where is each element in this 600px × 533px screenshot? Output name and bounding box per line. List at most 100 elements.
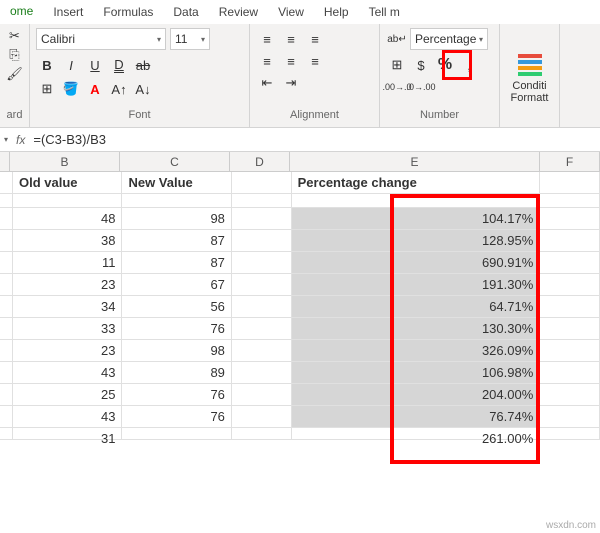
cell-percentage[interactable]: 261.00% (292, 428, 541, 439)
increase-decimal-button[interactable]: .00→.0 (386, 76, 408, 98)
cell-new-value[interactable]: 67 (122, 274, 231, 295)
increase-indent-button[interactable]: ⇥ (280, 72, 302, 94)
cell-old-value[interactable]: 11 (13, 252, 122, 273)
cell-new-value[interactable]: 76 (122, 384, 231, 405)
fill-color-button[interactable]: 🪣 (60, 78, 82, 100)
cell-old-value[interactable]: 43 (13, 406, 122, 427)
cell-percentage[interactable]: 690.91% (292, 252, 541, 273)
align-left-button[interactable]: ≡ (256, 50, 278, 72)
tab-formulas[interactable]: Formulas (93, 1, 163, 23)
conditional-formatting-icon[interactable] (514, 48, 546, 80)
cell-old-value[interactable]: 23 (13, 274, 122, 295)
underline-button[interactable]: U (84, 54, 106, 76)
chevron-down-icon: ▾ (201, 35, 205, 44)
align-bottom-button[interactable]: ≡ (304, 28, 326, 50)
align-right-button[interactable]: ≡ (304, 50, 326, 72)
strikethrough-button[interactable]: ab (132, 54, 154, 76)
cell-percentage[interactable]: 104.17% (292, 208, 541, 229)
table-row: 3376 130.30% (0, 318, 600, 340)
spreadsheet-grid: B C D E F Old value New Value Percentage… (0, 152, 600, 440)
merge-button[interactable]: ⊞ (386, 54, 408, 76)
cell-percentage[interactable]: 76.74% (292, 406, 541, 427)
table-row: 2367 191.30% (0, 274, 600, 296)
cell-old-value[interactable]: 38 (13, 230, 122, 251)
col-header-a[interactable] (0, 152, 10, 171)
cell-percentage[interactable]: 204.00% (292, 384, 541, 405)
cell-percentage[interactable]: 128.95% (292, 230, 541, 251)
borders-button[interactable]: ⊞ (36, 78, 58, 100)
tab-view[interactable]: View (268, 1, 314, 23)
tab-insert[interactable]: Insert (43, 1, 93, 23)
table-row: 4376 76.74% (0, 406, 600, 428)
cell-new-value[interactable] (122, 428, 231, 439)
decrease-font-button[interactable]: A↓ (132, 78, 154, 100)
cell-percentage[interactable]: 106.98% (292, 362, 541, 383)
header-percentage-change[interactable]: Percentage change (292, 172, 541, 193)
table-row: 31 261.00% (0, 428, 600, 440)
decrease-indent-button[interactable]: ⇤ (256, 72, 278, 94)
align-middle-button[interactable]: ≡ (280, 28, 302, 50)
cell-percentage[interactable]: 64.71% (292, 296, 541, 317)
font-size-value: 11 (175, 32, 187, 46)
cell-new-value[interactable]: 76 (122, 318, 231, 339)
col-header-b[interactable]: B (10, 152, 120, 171)
table-row: 2576 204.00% (0, 384, 600, 406)
col-header-c[interactable]: C (120, 152, 230, 171)
cell-old-value[interactable]: 23 (13, 340, 122, 361)
table-row: 4898 104.17% (0, 208, 600, 230)
number-format-select[interactable]: Percentage▾ (410, 28, 488, 50)
tab-review[interactable]: Review (209, 1, 268, 23)
percent-button[interactable]: % (434, 54, 456, 76)
align-top-button[interactable]: ≡ (256, 28, 278, 50)
comma-button[interactable]: , (458, 54, 480, 76)
tab-data[interactable]: Data (163, 1, 208, 23)
chevron-down-icon[interactable]: ▾ (4, 135, 8, 144)
decrease-decimal-button[interactable]: .0→.00 (410, 76, 432, 98)
copy-icon[interactable]: ⎘ (7, 47, 23, 63)
cell-percentage[interactable]: 130.30% (292, 318, 541, 339)
group-font: Calibri▾ 11▾ B I U D ab ⊞ 🪣 A A↑ A↓ Font (30, 24, 250, 127)
cell-new-value[interactable]: 76 (122, 406, 231, 427)
cut-icon[interactable]: ✂ (7, 28, 23, 44)
font-size-select[interactable]: 11 ▾ (170, 28, 210, 50)
cell-new-value[interactable]: 87 (122, 230, 231, 251)
font-name-value: Calibri (41, 32, 75, 46)
bold-button[interactable]: B (36, 54, 58, 76)
cell-new-value[interactable]: 87 (122, 252, 231, 273)
format-painter-icon[interactable]: 🖌 (7, 66, 23, 82)
wrap-text-button[interactable]: ab↵ (386, 28, 408, 50)
align-center-button[interactable]: ≡ (280, 50, 302, 72)
cell-new-value[interactable]: 98 (122, 208, 231, 229)
cell-percentage[interactable]: 326.09% (292, 340, 541, 361)
currency-button[interactable]: $ (410, 54, 432, 76)
font-name-select[interactable]: Calibri ▾ (36, 28, 166, 50)
double-underline-button[interactable]: D (108, 54, 130, 76)
tab-tellme[interactable]: Tell m (359, 1, 410, 23)
header-old-value[interactable]: Old value (13, 172, 122, 193)
cell-old-value[interactable]: 25 (13, 384, 122, 405)
cell-new-value[interactable]: 98 (122, 340, 231, 361)
font-color-button[interactable]: A (84, 78, 106, 100)
tab-help[interactable]: Help (314, 1, 359, 23)
cell-new-value[interactable]: 89 (122, 362, 231, 383)
table-row: 2398 326.09% (0, 340, 600, 362)
formula-input[interactable]: =(C3-B3)/B3 (33, 132, 106, 147)
cell-old-value[interactable]: 34 (13, 296, 122, 317)
cell-new-value[interactable]: 56 (122, 296, 231, 317)
cell-old-value[interactable]: 33 (13, 318, 122, 339)
cell-old-value[interactable]: 31 (13, 428, 122, 439)
cell-old-value[interactable]: 48 (13, 208, 122, 229)
col-header-f[interactable]: F (540, 152, 600, 171)
header-new-value[interactable]: New Value (122, 172, 231, 193)
italic-button[interactable]: I (60, 54, 82, 76)
fx-icon[interactable]: fx (16, 133, 25, 147)
chevron-down-icon: ▾ (157, 35, 161, 44)
cell-percentage[interactable]: 191.30% (292, 274, 541, 295)
group-label-clipboard: ard (6, 109, 23, 123)
col-header-e[interactable]: E (290, 152, 540, 171)
col-header-d[interactable]: D (230, 152, 290, 171)
cell-old-value[interactable]: 43 (13, 362, 122, 383)
increase-font-button[interactable]: A↑ (108, 78, 130, 100)
tab-home[interactable]: ome (0, 0, 43, 24)
table-row: 4389 106.98% (0, 362, 600, 384)
